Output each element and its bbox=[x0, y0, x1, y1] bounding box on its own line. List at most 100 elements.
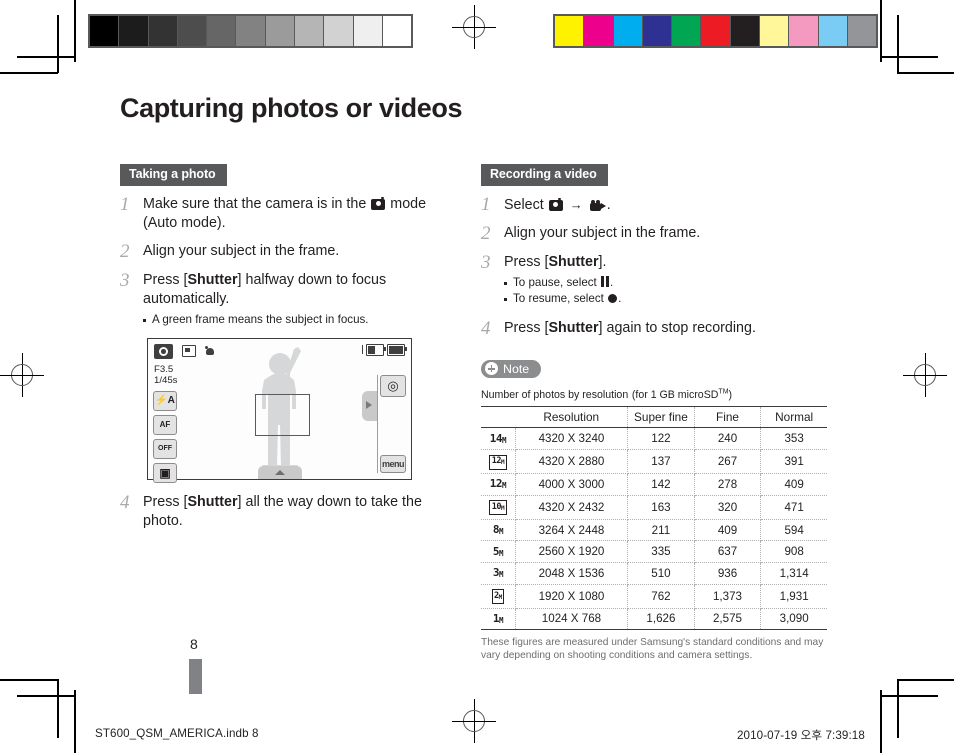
step-number: 2 bbox=[120, 240, 130, 262]
crop-mark-inner-top-right-v bbox=[897, 15, 899, 73]
header-super-fine: Super fine bbox=[627, 405, 695, 429]
step-4-text-post: ] again to stop recording. bbox=[598, 319, 756, 336]
flash-auto-button[interactable]: ⚡A bbox=[153, 390, 177, 411]
resolution-size-icon: 2M bbox=[481, 584, 516, 609]
cell-fine: 2,575 bbox=[694, 608, 762, 631]
lcd-bottom-drawer-handle[interactable] bbox=[257, 465, 302, 479]
section-header-recording-a-video: Recording a video bbox=[481, 164, 608, 186]
calibration-swatch bbox=[847, 16, 877, 46]
cell-normal: 594 bbox=[760, 519, 827, 542]
step-text: Press [Shutter] halfway down to focus au… bbox=[143, 271, 442, 328]
cell-super-fine: 335 bbox=[627, 540, 695, 563]
cell-fine: 320 bbox=[694, 495, 762, 520]
calibration-swatch bbox=[789, 16, 819, 46]
calibration-swatch bbox=[555, 16, 585, 46]
table-head: Resolution Super fine Fine Normal bbox=[481, 405, 827, 429]
menu-button[interactable]: menu bbox=[380, 454, 406, 473]
cell-resolution: 1024 X 768 bbox=[515, 608, 629, 631]
step-2: 2 Align your subject in the frame. bbox=[120, 240, 442, 262]
resolution-size-icon: 14M bbox=[481, 427, 516, 450]
step-1: 1 Select → . bbox=[481, 193, 829, 215]
pause-text: To pause, select bbox=[513, 275, 597, 289]
calibration-swatch bbox=[730, 16, 761, 46]
resolution-size-icon: 10M bbox=[481, 495, 516, 520]
scene-mode-icon bbox=[205, 345, 216, 357]
table-row: 12M 4000 X 3000 142 278 409 bbox=[481, 473, 827, 496]
grayscale-calibration-bar bbox=[88, 14, 414, 48]
registration-mark-top bbox=[452, 5, 496, 49]
footer-filename: ST600_QSM_AMERICA.indb 8 bbox=[95, 727, 259, 740]
calibration-swatch bbox=[90, 16, 120, 46]
step-3: 3 Press [Shutter] halfway down to focus … bbox=[120, 270, 442, 328]
cell-super-fine: 762 bbox=[627, 584, 695, 609]
calibration-swatch bbox=[119, 16, 149, 46]
battery-full-icon bbox=[387, 343, 407, 356]
table-row: 3M 2048 X 1536 510 936 1,314 bbox=[481, 562, 827, 585]
calibration-swatch bbox=[584, 16, 614, 46]
image-size-button[interactable]: ▣ bbox=[153, 462, 177, 483]
step-1: 1 Make sure that the camera is in the mo… bbox=[120, 193, 442, 233]
sub-item: A green frame means the subject in focus… bbox=[143, 312, 442, 328]
calibration-swatch bbox=[236, 16, 266, 46]
lcd-top-status-row bbox=[154, 343, 216, 359]
cell-normal: 409 bbox=[760, 473, 827, 496]
table-row: 14M 4320 X 3240 122 240 353 bbox=[481, 427, 827, 450]
table-title-suffix-text: (for 1 GB microSD bbox=[631, 388, 719, 401]
resolution-size-icon: 1M bbox=[481, 608, 516, 631]
step-1-text-post: . bbox=[606, 196, 611, 213]
resolution-size-icon: 12M bbox=[481, 449, 516, 475]
cmyk-calibration-bar bbox=[553, 14, 879, 48]
cell-super-fine: 1,626 bbox=[627, 608, 695, 631]
table-body: 14M 4320 X 3240 122 240 353 12M 4320 X 2880 137… bbox=[481, 427, 827, 631]
shutter-keyword: Shutter bbox=[548, 319, 599, 336]
autofocus-button[interactable]: AF bbox=[153, 414, 177, 435]
calibration-swatch bbox=[382, 16, 412, 46]
note-badge: Note bbox=[481, 359, 542, 378]
memory-card-icon bbox=[361, 345, 363, 355]
registration-mark-bottom bbox=[452, 699, 496, 743]
header-fine: Fine bbox=[694, 405, 762, 429]
step-text: Press [Shutter] all the way down to take… bbox=[143, 493, 442, 531]
cell-resolution: 3264 X 2448 bbox=[515, 519, 629, 542]
step-number: 2 bbox=[481, 222, 491, 244]
crop-mark-bottom-left-v bbox=[74, 690, 76, 753]
lcd-right-drawer-handle[interactable] bbox=[362, 390, 377, 421]
table-title-suffix-close: ) bbox=[728, 388, 733, 401]
table-row: 1M 1024 X 768 1,626 2,575 3,090 bbox=[481, 608, 827, 631]
cell-resolution: 4320 X 2880 bbox=[515, 449, 629, 475]
cell-super-fine: 122 bbox=[627, 427, 695, 450]
footer-timestamp: 2010-07-19 오후 7:39:18 bbox=[737, 729, 865, 742]
smart-auto-button[interactable]: ◎ bbox=[380, 374, 406, 397]
header-resolution: Resolution bbox=[515, 405, 629, 429]
cell-normal: 471 bbox=[760, 495, 827, 520]
cell-normal: 1,314 bbox=[760, 562, 827, 585]
header-normal: Normal bbox=[760, 405, 827, 429]
resume-text-end: . bbox=[618, 291, 622, 305]
step-number: 1 bbox=[481, 193, 491, 215]
step-4: 4 Press [Shutter] all the way down to ta… bbox=[120, 492, 442, 531]
exposure-readout: F3.5 1/45s bbox=[154, 364, 177, 386]
resolution-size-icon: 5M bbox=[481, 540, 516, 563]
table-title-main: Number of photos by resolution bbox=[481, 388, 629, 401]
step-3: 3 Press [Shutter]. To pause, select . To… bbox=[481, 252, 829, 307]
calibration-swatch bbox=[642, 16, 673, 46]
crop-mark-inner-bottom-left-h bbox=[17, 695, 75, 697]
resolution-size-icon: 12M bbox=[481, 473, 516, 496]
cell-resolution: 2560 X 1920 bbox=[515, 540, 629, 563]
resume-text: To resume, select bbox=[513, 291, 604, 305]
cell-resolution: 2048 X 1536 bbox=[515, 562, 629, 585]
cell-fine: 637 bbox=[694, 540, 762, 563]
step-4-text-pre: Press [ bbox=[504, 319, 549, 336]
crop-mark-inner-bottom-right-h bbox=[880, 695, 938, 697]
table-row: 2M 1920 X 1080 762 1,373 1,931 bbox=[481, 584, 827, 609]
step-2: 2 Align your subject in the frame. bbox=[481, 222, 829, 244]
print-page: Capturing photos or videos Taking a phot… bbox=[0, 0, 954, 753]
calibration-swatch bbox=[295, 16, 325, 46]
af-focus-frame bbox=[255, 393, 310, 436]
column-recording-a-video: Recording a video 1 Select → . 2 Align y… bbox=[481, 164, 829, 662]
table-row: 5M 2560 X 1920 335 637 908 bbox=[481, 540, 827, 563]
cell-resolution: 4000 X 3000 bbox=[515, 473, 629, 496]
timer-off-button[interactable]: OFF bbox=[153, 438, 177, 459]
registration-mark-right bbox=[903, 353, 947, 397]
step-number: 1 bbox=[120, 193, 130, 215]
